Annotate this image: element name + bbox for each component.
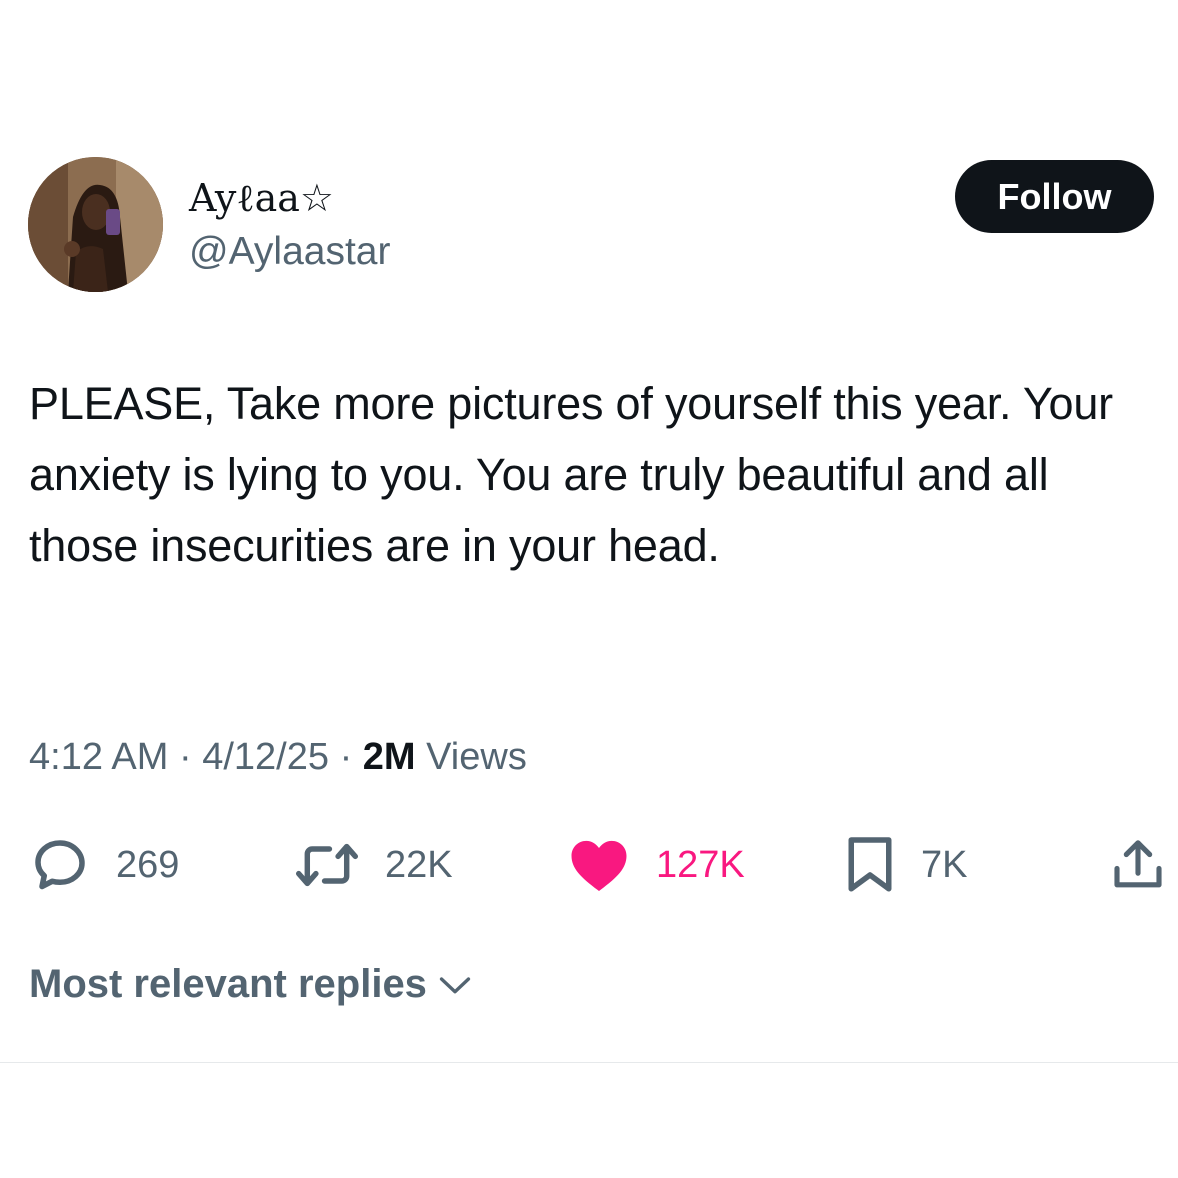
views-label: Views [426, 736, 527, 778]
meta-separator: · [339, 736, 353, 778]
bookmark-count: 7K [921, 843, 968, 886]
meta-separator: · [178, 736, 192, 778]
retweet-button[interactable]: 22K [295, 834, 453, 896]
tweet-meta: 4:12 AM · 4/12/25 · 2M Views [29, 733, 527, 781]
follow-button[interactable]: Follow [955, 160, 1154, 233]
views-count: 2M [362, 736, 416, 778]
tweet-date[interactable]: 4/12/25 [202, 736, 329, 778]
avatar[interactable] [28, 157, 163, 292]
divider [0, 1062, 1178, 1063]
heart-icon [568, 837, 630, 893]
replies-sort-button[interactable]: Most relevant replies [29, 962, 473, 1007]
reply-count: 269 [116, 843, 180, 886]
bookmark-button[interactable]: 7K [845, 834, 967, 896]
like-count: 127K [656, 843, 745, 886]
replies-sort-label: Most relevant replies [29, 962, 427, 1006]
author-handle[interactable]: @Aylaastar [189, 229, 390, 275]
share-icon [1110, 836, 1166, 894]
bookmark-icon [845, 835, 895, 895]
retweet-icon [295, 835, 359, 895]
chevron-down-icon [437, 973, 473, 997]
speech-bubble-icon [30, 835, 90, 895]
tweet-time[interactable]: 4:12 AM [29, 736, 168, 778]
author-display-name[interactable]: Ayℓaa☆ [189, 176, 334, 220]
like-button[interactable]: 127K [568, 834, 745, 896]
tweet-text: PLEASE, Take more pictures of yourself t… [29, 378, 1113, 571]
retweet-count: 22K [385, 843, 453, 886]
reply-button[interactable]: 269 [30, 834, 179, 896]
share-button[interactable] [1110, 834, 1166, 896]
